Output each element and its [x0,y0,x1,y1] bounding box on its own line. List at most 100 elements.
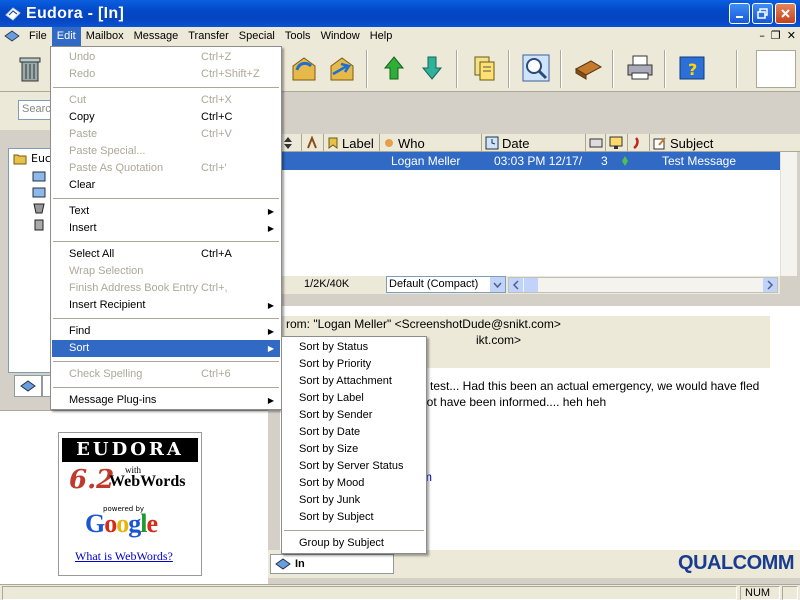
menu-help[interactable]: Help [365,27,398,46]
group-by-subject[interactable]: Group by Subject [283,535,425,552]
menu-edit[interactable]: Edit [51,27,81,46]
column-mood[interactable] [628,134,650,152]
who-icon [385,139,393,147]
submenu-arrow-icon: ▶ [267,224,274,233]
menu-item-message-plug-ins[interactable]: Message Plug-ins ▶ [52,392,280,409]
sort-by-size[interactable]: Sort by Size [283,441,425,458]
address-book-button[interactable] [570,50,606,86]
column-status[interactable] [280,134,302,152]
menu-item-wrap-selection[interactable]: Wrap Selection [52,263,280,280]
next-message-button[interactable] [414,50,450,86]
menu-item-label: Check Spelling [69,368,143,380]
menu-message[interactable]: Message [129,27,184,46]
menu-item-find[interactable]: Find ▶ [52,323,280,340]
mailbox-in-icon[interactable] [31,169,47,183]
preview-body-line: a test... Had this been an actual emerge… [420,379,760,393]
menu-item-paste[interactable]: Paste Ctrl+V [52,126,280,143]
column-subject[interactable]: Subject [650,134,800,152]
menu-item-finish-address-book-entry[interactable]: Finish Address Book Entry Ctrl+, [52,280,280,297]
menu-item-shortcut: Ctrl+' [201,162,227,174]
column-date[interactable]: Date [482,134,586,152]
mailboxes-tab[interactable] [14,375,42,397]
menu-mailbox[interactable]: Mailbox [81,27,129,46]
find-button[interactable] [518,50,554,86]
what-is-webwords-link[interactable]: What is WebWords? [75,549,173,564]
scroll-left-icon[interactable] [509,278,523,292]
mailbox-tab-in[interactable]: In [270,554,394,574]
sort-by-date[interactable]: Sort by Date [283,424,425,441]
menu-item-label: Cut [69,94,87,106]
menu-item-undo[interactable]: Undo Ctrl+Z [52,49,280,66]
mdi-restore-icon[interactable]: ❐ [771,29,781,42]
subject-pencil-icon [653,137,666,150]
menu-item-clear[interactable]: Clear [52,177,280,194]
print-button[interactable] [622,50,658,86]
menu-item-copy[interactable]: Copy Ctrl+C [52,109,280,126]
submenu-arrow-icon: ▶ [267,327,274,336]
menu-item-cut[interactable]: Cut Ctrl+X [52,92,280,109]
column-attachment[interactable] [302,134,324,152]
list-horizontal-scrollbar[interactable] [508,277,778,293]
sort-by-attachment[interactable]: Sort by Attachment [283,373,425,390]
sort-by-junk[interactable]: Sort by Junk [283,492,425,509]
mailbox-out-icon[interactable] [31,185,47,199]
sort-by-status[interactable]: Sort by Status [283,339,425,356]
forward-button[interactable] [324,50,360,86]
menu-transfer[interactable]: Transfer [183,27,234,46]
mdi-close-icon[interactable]: ✕ [787,29,796,42]
trash-button[interactable] [12,50,48,86]
previous-message-button[interactable] [376,50,412,86]
message-list[interactable]: Logan Meller 03:03 PM 12/17/ 3 Test Mess… [280,152,780,276]
message-list-scrollbar[interactable] [780,152,797,276]
sort-by-mood[interactable]: Sort by Mood [283,475,425,492]
close-button[interactable] [775,3,796,24]
reply-all-button[interactable] [286,50,322,86]
menu-item-shortcut: Ctrl+Z [201,51,232,63]
mailbox-trash-icon[interactable] [31,217,47,231]
menu-item-check-spelling[interactable]: Check Spelling Ctrl+6 [52,366,280,383]
column-who[interactable]: Who [380,134,482,152]
column-server-status[interactable] [606,134,628,152]
sort-by-sender[interactable]: Sort by Sender [283,407,425,424]
menu-item-sort[interactable]: Sort ▶ [52,340,280,357]
resize-grip[interactable] [782,586,798,600]
restore-button[interactable] [752,3,773,24]
attach-file-button[interactable] [466,50,502,86]
menu-special[interactable]: Special [234,27,280,46]
menu-item-paste-as-quotation[interactable]: Paste As Quotation Ctrl+' [52,160,280,177]
column-size[interactable] [586,134,606,152]
sort-by-label[interactable]: Sort by Label [283,390,425,407]
scroll-thumb[interactable] [524,278,538,292]
menu-item-label: Paste As Quotation [69,162,164,174]
mailbox-junk-icon[interactable] [31,201,47,215]
scroll-right-icon[interactable] [763,278,777,292]
title-bar: Eudora - [In] [0,0,800,27]
sort-by-server-status[interactable]: Sort by Server Status [283,458,425,475]
sponsor-ad-slot[interactable] [756,50,796,88]
sort-by-subject[interactable]: Sort by Subject [283,509,425,526]
menu-item-paste-special[interactable]: Paste Special... [52,143,280,160]
help-button[interactable]: ? [674,50,710,86]
tree-root-label: Euc [31,152,51,165]
table-row[interactable]: Logan Meller 03:03 PM 12/17/ 3 Test Mess… [280,152,780,170]
view-select[interactable]: Default (Compact) [386,276,506,293]
menu-tools[interactable]: Tools [280,27,316,46]
column-date-text: Date [502,135,530,151]
menu-item-select-all[interactable]: Select All Ctrl+A [52,246,280,263]
menu-item-redo[interactable]: Redo Ctrl+Shift+Z [52,66,280,83]
menu-file[interactable]: File [24,27,52,46]
eudora-webwords-ad[interactable]: EUDORA 6.2 with WebWords powered by Goog… [58,432,202,576]
chili-mood-icon [633,137,639,150]
minimize-button[interactable] [729,3,750,24]
mailbox-doc-icon[interactable] [4,30,20,44]
menu-item-insert-recipient[interactable]: Insert Recipient ▶ [52,297,280,314]
menu-item-text[interactable]: Text ▶ [52,203,280,220]
menu-window[interactable]: Window [316,27,365,46]
message-list-header: Label Who Date Subject [280,134,800,152]
sort-by-priority[interactable]: Sort by Priority [283,356,425,373]
menu-item-insert[interactable]: Insert ▶ [52,220,280,237]
eudora-app-icon[interactable] [4,5,22,23]
mdi-minimize-icon[interactable]: – [759,29,765,42]
column-label[interactable]: Label [324,134,380,152]
tree-root[interactable]: Euc [13,152,51,165]
